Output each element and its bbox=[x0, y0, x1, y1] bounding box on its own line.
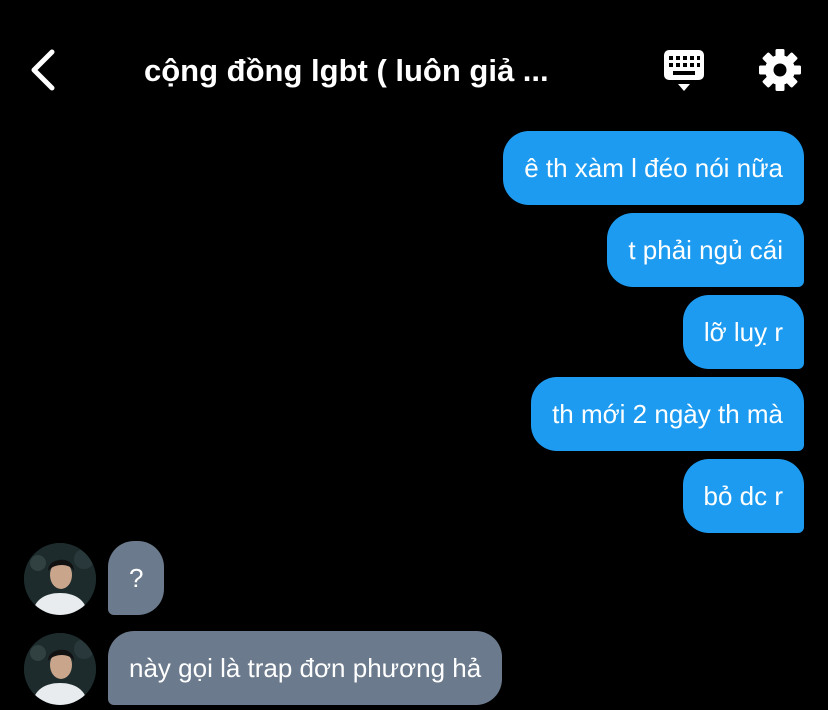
sent-message-bubble[interactable]: ê th xàm l đéo nói nữa bbox=[503, 131, 804, 205]
gear-icon bbox=[759, 49, 801, 91]
sent-message-bubble[interactable]: th mới 2 ngày th mà bbox=[531, 377, 804, 451]
sent-message-bubble[interactable]: t phải ngủ cái bbox=[607, 213, 804, 287]
chevron-left-icon bbox=[31, 49, 55, 91]
keyboard-button[interactable] bbox=[660, 48, 708, 94]
sent-message-bubble[interactable]: lỡ luỵ r bbox=[682, 295, 804, 369]
avatar[interactable] bbox=[24, 543, 96, 615]
keyboard-icon bbox=[664, 50, 704, 91]
avatar[interactable] bbox=[24, 633, 96, 705]
chat-header: cộng đồng lgbt ( luôn giả ... bbox=[0, 0, 828, 130]
back-button[interactable] bbox=[22, 44, 66, 96]
received-message-bubble[interactable]: này gọi là trap đơn phương hả bbox=[108, 631, 503, 705]
chat-title[interactable]: cộng đồng lgbt ( luôn giả ... bbox=[144, 50, 614, 92]
sent-message-bubble[interactable]: bỏ dc r bbox=[682, 459, 804, 533]
avatar-image bbox=[24, 633, 96, 705]
avatar-image bbox=[24, 543, 96, 615]
received-message-bubble[interactable]: ? bbox=[108, 541, 165, 615]
settings-button[interactable] bbox=[758, 48, 802, 92]
